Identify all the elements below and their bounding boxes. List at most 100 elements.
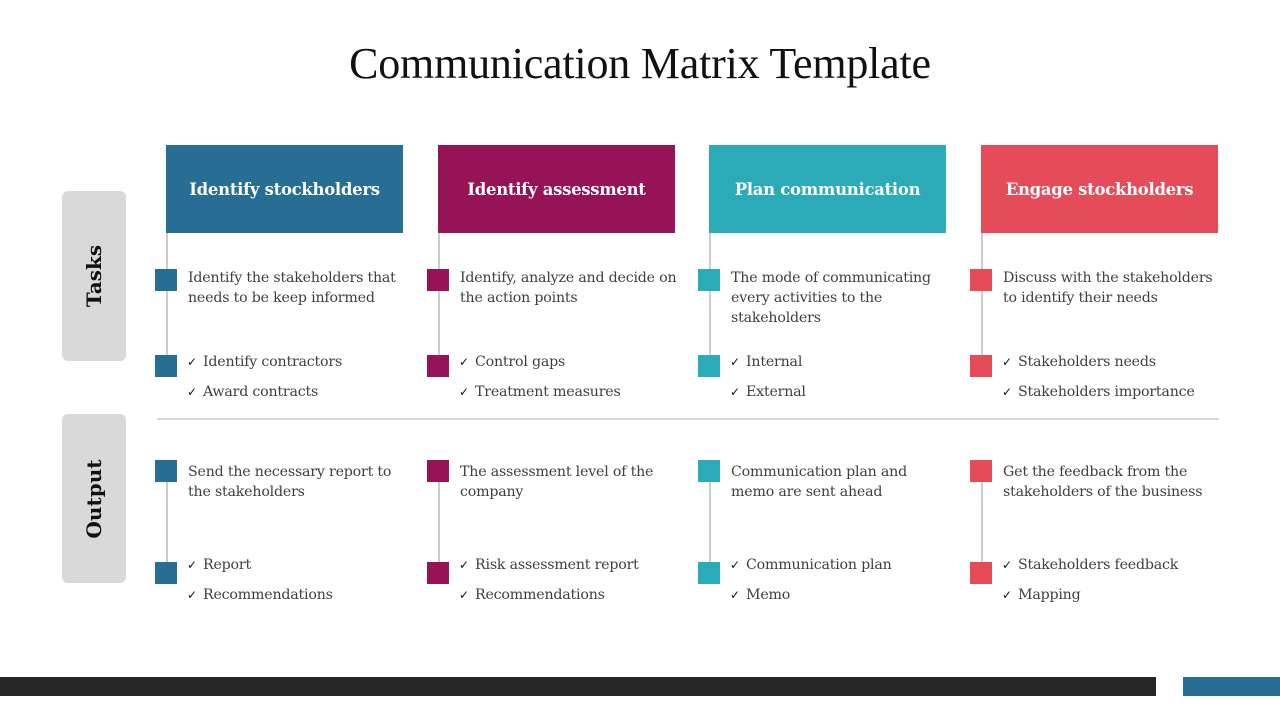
description-marker-square <box>427 269 449 291</box>
bullet-item: ✓ Report <box>187 555 417 585</box>
check-icon: ✓ <box>187 588 197 602</box>
tasks-description: Discuss with the stakeholders to identif… <box>1003 270 1213 306</box>
check-icon: ✓ <box>187 385 197 399</box>
column-header: Identify assessment <box>438 145 675 233</box>
check-icon: ✓ <box>459 355 469 369</box>
timeline-connector <box>438 233 440 365</box>
row-label-tasks-text: Tasks <box>82 244 106 308</box>
bullet-item: ✓ Control gaps <box>459 352 689 382</box>
bullets-marker-square <box>155 562 177 584</box>
row-divider <box>157 418 1219 420</box>
timeline-connector <box>438 471 440 572</box>
bullet-item: ✓ Treatment measures <box>459 382 689 412</box>
output-description: Get the feedback from the stakeholders o… <box>1003 464 1203 500</box>
check-icon: ✓ <box>1002 385 1012 399</box>
bullets-marker-square <box>698 562 720 584</box>
description-marker-square <box>155 460 177 482</box>
check-icon: ✓ <box>1002 558 1012 572</box>
description-marker-square <box>155 269 177 291</box>
bullet-item: ✓ Award contracts <box>187 382 417 412</box>
timeline-connector <box>166 233 168 365</box>
description-marker-square <box>427 460 449 482</box>
bullet-item: ✓ Recommendations <box>459 585 689 615</box>
check-icon: ✓ <box>730 558 740 572</box>
bullets-marker-square <box>155 355 177 377</box>
bullet-item: ✓ Internal <box>730 352 960 382</box>
bullets-marker-square <box>427 355 449 377</box>
column-header: Identify stockholders <box>166 145 403 233</box>
check-icon: ✓ <box>459 385 469 399</box>
bullet-item: ✓ Stakeholders importance <box>1002 382 1232 412</box>
check-icon: ✓ <box>730 385 740 399</box>
timeline-connector <box>166 471 168 572</box>
footer-accent-bar <box>1183 677 1280 696</box>
bullet-item: ✓ Communication plan <box>730 555 960 585</box>
bullet-text: Stakeholders needs <box>1018 354 1156 370</box>
bullet-text: External <box>746 384 806 400</box>
timeline-connector <box>709 233 711 365</box>
output-description: Send the necessary report to the stakeho… <box>188 464 392 500</box>
output-bullet-list: ✓ Risk assessment report ✓ Recommendations <box>459 555 689 615</box>
tasks-description: Identify the stakeholders that needs to … <box>188 270 396 306</box>
check-icon: ✓ <box>1002 588 1012 602</box>
bullet-item: ✓ Mapping <box>1002 585 1232 615</box>
bullet-item: ✓ Identify contractors <box>187 352 417 382</box>
bullet-text: Award contracts <box>203 384 319 400</box>
check-icon: ✓ <box>187 558 197 572</box>
bullet-item: ✓ External <box>730 382 960 412</box>
tasks-description: The mode of communicating every activiti… <box>731 270 931 326</box>
description-marker-square <box>970 269 992 291</box>
bullet-text: Stakeholders importance <box>1018 384 1195 400</box>
bullet-text: Stakeholders feedback <box>1018 557 1179 573</box>
description-marker-square <box>970 460 992 482</box>
bullet-text: Identify contractors <box>203 354 343 370</box>
bullet-item: ✓ Risk assessment report <box>459 555 689 585</box>
column-header: Engage stockholders <box>981 145 1218 233</box>
description-marker-square <box>698 460 720 482</box>
check-icon: ✓ <box>730 588 740 602</box>
bullet-item: ✓ Stakeholders feedback <box>1002 555 1232 585</box>
description-marker-square <box>698 269 720 291</box>
slide-title: Communication Matrix Template <box>349 39 931 88</box>
bullet-item: ✓ Stakeholders needs <box>1002 352 1232 382</box>
output-description: The assessment level of the company <box>460 464 654 500</box>
bullet-text: Treatment measures <box>475 384 621 400</box>
check-icon: ✓ <box>1002 355 1012 369</box>
output-description: Communication plan and memo are sent ahe… <box>731 464 907 500</box>
bullets-marker-square <box>698 355 720 377</box>
bullet-text: Report <box>203 557 251 573</box>
timeline-connector <box>981 471 983 572</box>
bullet-text: Recommendations <box>475 587 605 603</box>
timeline-connector <box>709 471 711 572</box>
tasks-bullet-list: ✓ Identify contractors ✓ Award contracts <box>187 352 417 412</box>
check-icon: ✓ <box>459 558 469 572</box>
footer-bar <box>0 677 1156 696</box>
check-icon: ✓ <box>459 588 469 602</box>
bullet-item: ✓ Recommendations <box>187 585 417 615</box>
bullets-marker-square <box>970 562 992 584</box>
bullet-text: Risk assessment report <box>475 557 639 573</box>
timeline-connector <box>981 233 983 365</box>
bullets-marker-square <box>970 355 992 377</box>
bullets-marker-square <box>427 562 449 584</box>
bullet-item: ✓ Memo <box>730 585 960 615</box>
check-icon: ✓ <box>730 355 740 369</box>
output-bullet-list: ✓ Report ✓ Recommendations <box>187 555 417 615</box>
tasks-bullet-list: ✓ Control gaps ✓ Treatment measures <box>459 352 689 412</box>
tasks-description: Identify, analyze and decide on the acti… <box>460 270 677 306</box>
bullet-text: Memo <box>746 587 791 603</box>
row-label-output-text: Output <box>82 459 106 538</box>
tasks-bullet-list: ✓ Stakeholders needs ✓ Stakeholders importa… <box>1002 352 1232 412</box>
bullet-text: Mapping <box>1018 587 1081 603</box>
tasks-bullet-list: ✓ Internal ✓ External <box>730 352 960 412</box>
bullet-text: Control gaps <box>475 354 566 370</box>
row-label-tasks: Tasks <box>62 191 126 361</box>
row-label-output: Output <box>62 414 126 583</box>
bullet-text: Internal <box>746 354 803 370</box>
bullet-text: Communication plan <box>746 557 892 573</box>
column-header: Plan communication <box>709 145 946 233</box>
output-bullet-list: ✓ Stakeholders feedback ✓ Mapping <box>1002 555 1232 615</box>
bullet-text: Recommendations <box>203 587 333 603</box>
check-icon: ✓ <box>187 355 197 369</box>
output-bullet-list: ✓ Communication plan ✓ Memo <box>730 555 960 615</box>
